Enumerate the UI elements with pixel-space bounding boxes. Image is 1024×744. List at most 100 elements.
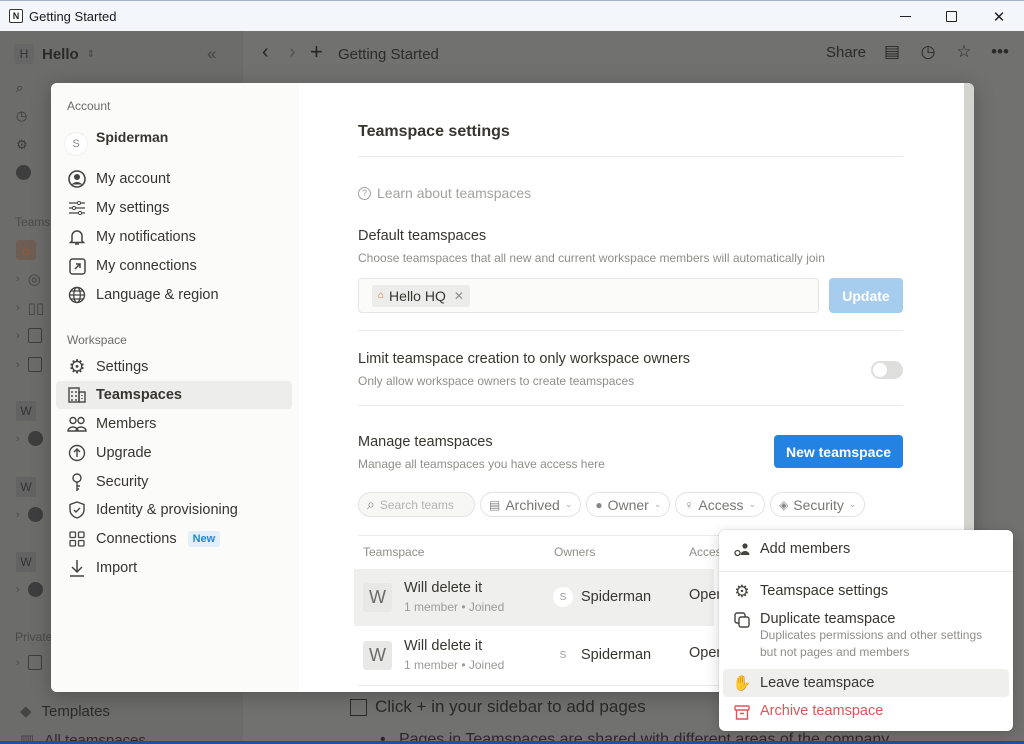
share-button[interactable]: Share (826, 44, 866, 61)
sidebar-teamspace-w[interactable]: W (16, 401, 36, 421)
sidebar-page-item[interactable]: › (16, 507, 43, 522)
chevron-down-icon: ⌄ (653, 499, 662, 509)
duplicate-icon (733, 611, 751, 629)
user-circle-icon (67, 169, 87, 189)
teamspace-name: Will delete it (404, 580, 483, 596)
workspace-badge: H (14, 44, 34, 64)
sidebar-page-item[interactable]: › ▯▯ (16, 299, 44, 317)
building-icon (67, 385, 87, 405)
target-icon: ◎ (27, 271, 41, 288)
compass-icon (27, 431, 43, 446)
sidebar-item-language-region[interactable]: Language & region (56, 281, 292, 309)
minimize-button[interactable] (882, 1, 928, 32)
sidebar-templates[interactable]: ◆ Templates (20, 702, 110, 721)
sidebar-item-import[interactable]: Import (56, 554, 292, 582)
user-name: Spiderman (96, 129, 169, 145)
sidebar-item-my-settings[interactable]: My settings (56, 194, 292, 222)
menu-item-add-members[interactable]: Add members (723, 541, 1009, 559)
window-titlebar: N Getting Started ✕ (0, 0, 1024, 31)
sidebar-page-item[interactable]: › ◎ (16, 270, 41, 288)
help-icon: ? (358, 186, 371, 200)
sidebar-teamspace-w[interactable]: W (16, 477, 36, 497)
key-icon (67, 472, 87, 492)
forward-arrow-icon[interactable]: › (289, 41, 296, 64)
sidebar-private-label: Private (15, 630, 53, 644)
document-icon (27, 357, 42, 372)
new-badge: New (187, 531, 221, 547)
settings-gear-icon[interactable]: ⚙ (16, 137, 28, 153)
todo-checkbox[interactable] (350, 698, 367, 716)
home-icon: ⌂ (16, 240, 36, 260)
sidebar-page-item[interactable]: › (16, 357, 42, 372)
new-teamspace-button[interactable]: New teamspace (774, 435, 903, 468)
window-title: Getting Started (29, 8, 117, 24)
calendar-icon (27, 328, 42, 343)
menu-item-teamspace-settings[interactable]: ⚙ Teamspace settings (723, 582, 1009, 601)
todo-item[interactable]: Click + in your sidebar to add pages (350, 697, 646, 717)
avatar: S (553, 645, 573, 665)
templates-icon: ◆ (20, 703, 32, 720)
teamspace-meta: 1 member • Joined (404, 658, 505, 672)
comments-icon[interactable]: ▤ (882, 42, 902, 62)
bell-icon (67, 227, 87, 247)
sidebar-item-members[interactable]: Members (56, 410, 292, 438)
search-icon[interactable]: ⌕ (16, 80, 23, 96)
menu-item-leave-teamspace[interactable]: ✋ Leave teamspace (723, 669, 1009, 697)
sidebar-teamspaces-label: Teams (15, 215, 51, 229)
menu-item-archive-teamspace[interactable]: Archive teamspace (723, 703, 1009, 721)
filter-bar: ⌕ Search teams ▤ Archived ⌄ ● Owner ⌄ ♀ … (358, 492, 866, 517)
favorite-star-icon[interactable]: ☆ (954, 42, 974, 62)
remove-tag-icon[interactable]: ✕ (454, 289, 464, 303)
book-icon: ▯▯ (27, 300, 45, 317)
avatar: S (553, 587, 573, 607)
back-arrow-icon[interactable]: ‹ (262, 41, 269, 64)
more-options-icon[interactable]: ••• (990, 42, 1010, 62)
sidebar-item-identity-provisioning[interactable]: Identity & provisioning (56, 496, 292, 524)
history-clock-icon[interactable]: ◷ (918, 42, 938, 62)
close-button[interactable]: ✕ (976, 1, 1022, 32)
learn-about-teamspaces-link[interactable]: ? Learn about teamspaces (358, 185, 531, 201)
toggle-knob (873, 363, 887, 377)
divider (358, 330, 903, 331)
table-row[interactable]: W Will delete it 1 member • Joined S Spi… (354, 569, 724, 626)
owner-cell: S Spiderman (553, 587, 651, 607)
new-page-icon[interactable] (16, 165, 31, 180)
chevron-down-icon: ⌄ (564, 499, 573, 509)
menu-item-duplicate-teamspace[interactable]: Duplicate teamspace Duplicates permissio… (723, 611, 1009, 661)
updates-clock-icon[interactable]: ◷ (16, 108, 27, 124)
sidebar-item-my-notifications[interactable]: My notifications (56, 223, 292, 251)
sidebar-item-teamspaces[interactable]: Teamspaces (56, 381, 292, 409)
search-teamspaces-input[interactable]: ⌕ Search teams (358, 492, 475, 517)
maximize-button[interactable] (928, 1, 974, 32)
filter-security[interactable]: ◈ Security ⌄ (770, 492, 866, 517)
sidebar-item-my-account[interactable]: My account (56, 165, 292, 193)
default-teamspaces-input[interactable]: ⌂ Hello HQ ✕ (358, 278, 819, 313)
teamspace-icon: W (363, 583, 392, 612)
filter-access[interactable]: ♀ Access ⌄ (675, 492, 766, 517)
sidebar-item-my-connections[interactable]: My connections (56, 252, 292, 280)
workspace-switcher[interactable]: H Hello ⇕ (14, 31, 95, 77)
upgrade-arrow-icon (67, 443, 87, 463)
sidebar-teamspace-w[interactable]: W (16, 552, 36, 572)
filter-owner[interactable]: ● Owner ⌄ (586, 492, 671, 517)
sidebar-item-security[interactable]: Security (56, 468, 292, 496)
gear-icon: ⚙ (68, 356, 86, 378)
table-row[interactable]: W Will delete it 1 member • Joined S Spi… (354, 627, 724, 684)
add-page-icon[interactable]: + (310, 39, 323, 65)
sidebar-page-item[interactable]: › (16, 582, 43, 597)
sidebar-page-item[interactable]: › (16, 655, 42, 670)
limit-creation-toggle[interactable] (871, 361, 903, 379)
menu-item-description: Duplicates permissions and other setting… (760, 628, 983, 659)
breadcrumb[interactable]: Getting Started (338, 46, 439, 63)
filter-archived[interactable]: ▤ Archived ⌄ (480, 492, 582, 517)
sidebar-page-item[interactable]: › (16, 431, 43, 446)
sidebar-item-connections[interactable]: Connections New (56, 525, 292, 553)
sidebar-home-teamspace[interactable]: ⌂ (16, 240, 36, 260)
sidebar-page-item[interactable]: › (16, 328, 42, 343)
chevron-down-icon: ⌄ (848, 499, 857, 509)
update-button[interactable]: Update (829, 278, 903, 313)
search-icon: ⌕ (367, 496, 375, 512)
collapse-sidebar-icon[interactable]: « (207, 44, 216, 64)
sidebar-item-settings[interactable]: ⚙ Settings (56, 353, 292, 381)
sidebar-item-upgrade[interactable]: Upgrade (56, 439, 292, 467)
